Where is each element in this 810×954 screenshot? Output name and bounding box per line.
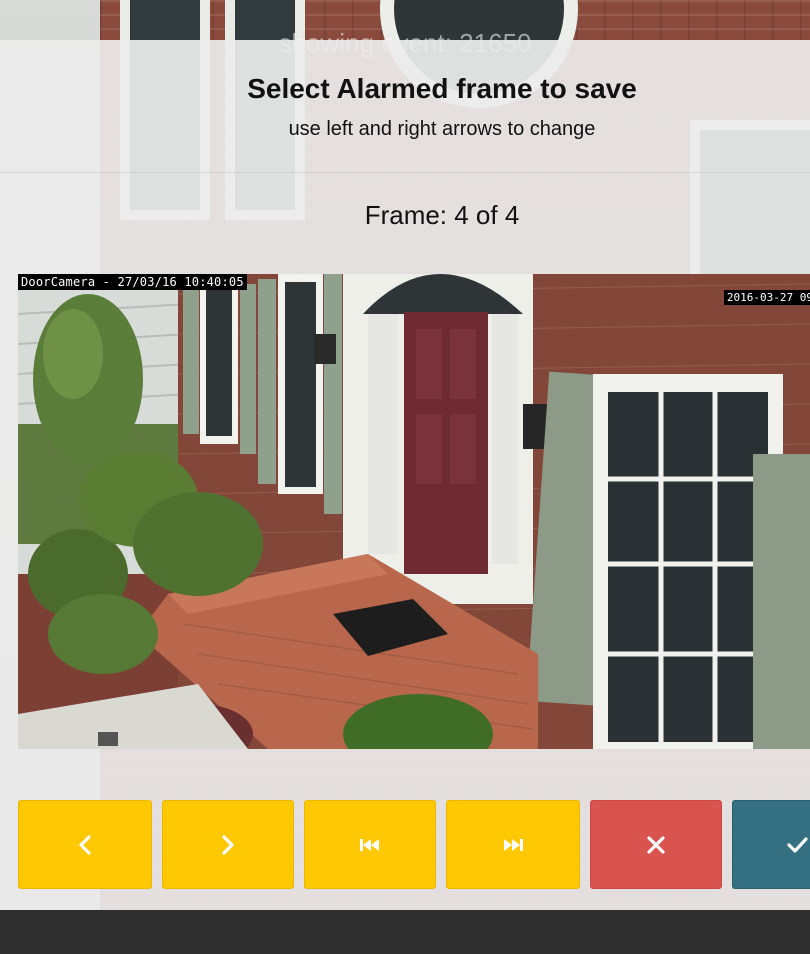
cancel-button[interactable]: [590, 800, 722, 889]
previous-frame-button[interactable]: [18, 800, 152, 889]
camera-timestamp-overlay: DoorCamera - 27/03/16 10:40:05: [18, 274, 247, 290]
skip-back-icon: [357, 832, 383, 858]
bottom-toolbar: [0, 910, 810, 954]
check-icon: [784, 832, 810, 858]
save-button[interactable]: [732, 800, 810, 889]
last-frame-button[interactable]: [446, 800, 580, 889]
skip-forward-icon: [500, 832, 526, 858]
camera-scene-drawing: [18, 274, 810, 749]
frame-counter: Frame: 4 of 4: [364, 200, 520, 230]
first-frame-button[interactable]: [304, 800, 436, 889]
close-icon: [643, 832, 669, 858]
next-frame-button[interactable]: [162, 800, 294, 889]
alarm-frame-image[interactable]: DoorCamera - 27/03/16 10:40:05 2016-03-2…: [18, 274, 810, 749]
chevron-left-icon: [72, 832, 98, 858]
camera-date-overlay: 2016-03-27 09: [723, 290, 810, 305]
modal-subtitle: use left and right arrows to change: [288, 118, 596, 140]
modal-title: Select Alarmed frame to save: [247, 73, 637, 104]
chevron-right-icon: [215, 832, 241, 858]
modal-header: Select Alarmed frame to save use left an…: [0, 40, 810, 173]
